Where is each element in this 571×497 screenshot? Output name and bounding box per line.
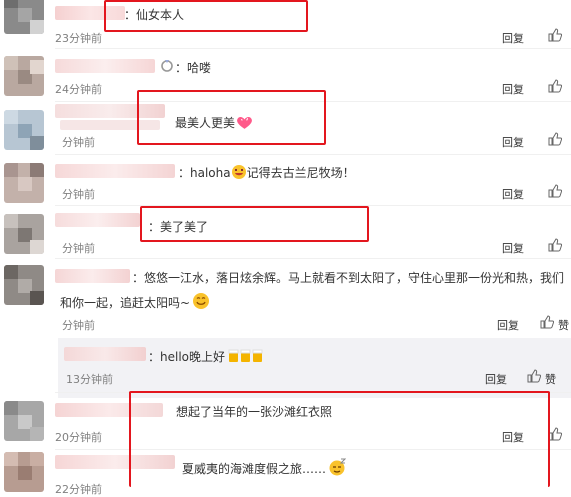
username[interactable] bbox=[55, 59, 155, 73]
avatar[interactable] bbox=[4, 214, 44, 254]
reply-button[interactable]: 回复 bbox=[485, 371, 507, 387]
timestamp: 24分钟前 bbox=[55, 83, 102, 96]
thumbs-up-icon[interactable] bbox=[548, 132, 562, 146]
like-button[interactable]: 赞 bbox=[545, 371, 556, 387]
comment-item: ：仙女本人 23分钟前 回复 bbox=[0, 0, 571, 48]
timestamp: 20分钟前 bbox=[55, 431, 102, 444]
thumbs-up-icon[interactable] bbox=[548, 184, 562, 198]
timestamp: 23分钟前 bbox=[55, 32, 102, 45]
thumbs-up-icon[interactable] bbox=[548, 427, 562, 441]
reply-button[interactable]: 回复 bbox=[502, 240, 524, 256]
beer-cheers-icon bbox=[228, 349, 263, 362]
timestamp: 13分钟前 bbox=[66, 373, 113, 386]
reply-button[interactable]: 回复 bbox=[502, 81, 524, 97]
highlight-box bbox=[140, 206, 369, 242]
ring-emoji-icon bbox=[161, 60, 173, 72]
username[interactable] bbox=[55, 213, 140, 227]
thumbs-up-icon[interactable] bbox=[540, 315, 554, 329]
avatar[interactable] bbox=[4, 110, 44, 150]
highlight-box bbox=[129, 391, 550, 487]
laughing-face-icon bbox=[231, 165, 246, 179]
sub-reply-text: ：hello晚上好 bbox=[148, 348, 263, 365]
like-button[interactable]: 赞 bbox=[558, 317, 569, 333]
reply-button[interactable]: 回复 bbox=[502, 186, 524, 202]
username[interactable] bbox=[64, 347, 146, 361]
comment-item: 最美人更美 分钟前 回复 bbox=[0, 90, 571, 154]
highlight-box bbox=[104, 0, 308, 32]
comment-item: ：美了美了 分钟前 回复 bbox=[0, 206, 571, 258]
timestamp: 分钟前 bbox=[62, 319, 95, 332]
timestamp: 分钟前 bbox=[62, 136, 95, 149]
thumbs-up-icon[interactable] bbox=[548, 238, 562, 252]
avatar[interactable] bbox=[4, 56, 44, 96]
comment-text: 和你一起，追赶太阳吗~ bbox=[60, 292, 210, 311]
comment-text: ：哈喽 bbox=[175, 61, 212, 75]
avatar[interactable] bbox=[4, 265, 44, 305]
thumbs-up-icon[interactable] bbox=[548, 28, 562, 42]
timestamp: 22分钟前 bbox=[55, 483, 102, 496]
avatar[interactable] bbox=[4, 452, 44, 492]
comment-item: ：haloha 记得去古兰尼牧场！ 分钟前 回复 bbox=[0, 155, 571, 205]
avatar[interactable] bbox=[4, 0, 44, 34]
comment-text: ：haloha 记得去古兰尼牧场！ bbox=[178, 165, 355, 180]
reply-button[interactable]: 回复 bbox=[502, 134, 524, 150]
timestamp: 分钟前 bbox=[62, 242, 95, 255]
reply-button[interactable]: 回复 bbox=[502, 30, 524, 46]
smiling-face-icon bbox=[193, 293, 210, 309]
username[interactable] bbox=[55, 269, 130, 283]
highlight-box bbox=[137, 90, 326, 145]
timestamp: 分钟前 bbox=[62, 188, 95, 201]
reply-button[interactable]: 回复 bbox=[497, 317, 519, 333]
thumbs-up-icon[interactable] bbox=[527, 369, 541, 383]
comment-text: ：悠悠一江水，落日炫余辉。马上就看不到太阳了，守住心里那一份光和热，我们 bbox=[132, 271, 565, 285]
comment-item: ：悠悠一江水，落日炫余辉。马上就看不到太阳了，守住心里那一份光和热，我们 和你一… bbox=[0, 259, 571, 398]
avatar[interactable] bbox=[4, 163, 44, 203]
thumbs-up-icon[interactable] bbox=[548, 79, 562, 93]
username[interactable] bbox=[55, 164, 175, 178]
avatar[interactable] bbox=[4, 401, 44, 441]
